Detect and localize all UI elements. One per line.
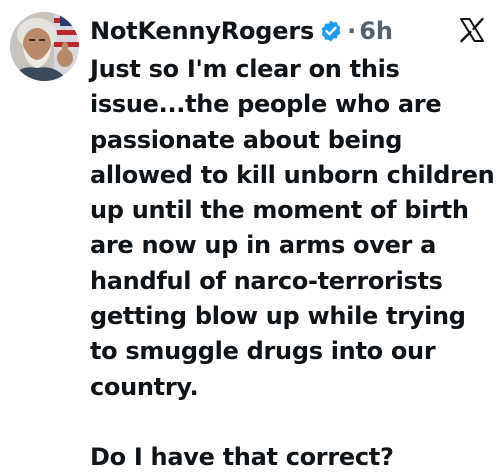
tweet-card: NotKennyRogers · 6h Just so I'm clear on…: [0, 0, 500, 471]
timestamp[interactable]: 6h: [359, 17, 393, 45]
avatar-photo: [10, 12, 79, 81]
header-separator: ·: [347, 17, 357, 45]
x-logo-icon: [458, 16, 486, 44]
verified-badge-icon: [319, 19, 343, 43]
avatar[interactable]: [10, 12, 79, 81]
tweet-header: NotKennyRogers · 6h: [90, 14, 393, 48]
tweet-text: Just so I'm clear on this issue...the pe…: [90, 55, 495, 472]
author-name[interactable]: NotKennyRogers: [90, 17, 314, 45]
